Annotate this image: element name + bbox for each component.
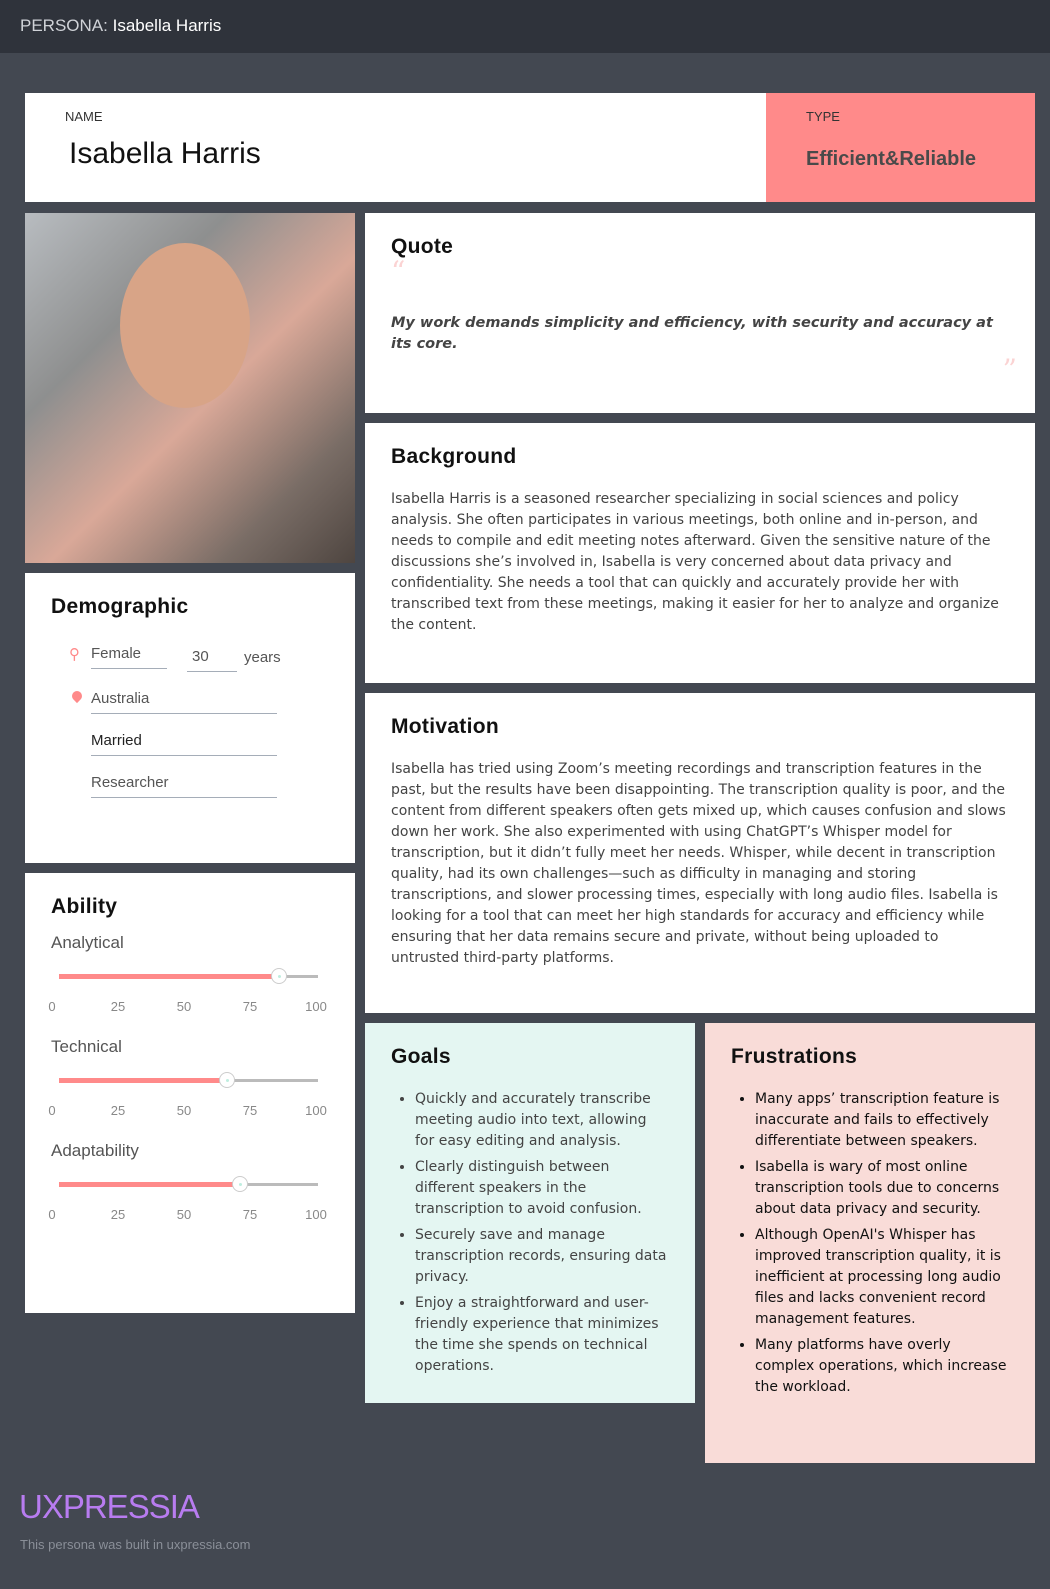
- tick-label: 25: [110, 1103, 126, 1118]
- tick-label: 75: [242, 999, 258, 1014]
- header-persona-name: Isabella Harris: [112, 16, 222, 35]
- frustration-item: Many apps’ transcription feature is inac…: [755, 1089, 1009, 1152]
- header-prefix: PERSONA:: [20, 16, 108, 35]
- demographic-card: Demographic ⚲ Female 30 years Australia …: [25, 573, 355, 863]
- open-quote-icon: “: [391, 255, 406, 288]
- slider-fill: [59, 1182, 241, 1187]
- tick-label: 100: [305, 1103, 327, 1118]
- location-field[interactable]: Australia: [91, 686, 277, 714]
- frustrations-list: Many apps’ transcription feature is inac…: [731, 1089, 1009, 1403]
- ability-label: Analytical: [51, 933, 124, 952]
- slider-handle[interactable]: [219, 1072, 236, 1088]
- background-title: Background: [391, 445, 517, 468]
- quote-card: Quote “ My work demands simplicity and e…: [365, 213, 1035, 413]
- persona-name[interactable]: Isabella Harris: [69, 137, 261, 171]
- tick-label: 50: [176, 1103, 192, 1118]
- tick-label: 50: [176, 1207, 192, 1222]
- name-card: NAME Isabella Harris: [25, 93, 766, 202]
- ability-slider[interactable]: [59, 968, 318, 984]
- top-bar: PERSONA: Isabella Harris: [0, 0, 1050, 53]
- slider-handle[interactable]: [232, 1176, 249, 1192]
- tick-label: 50: [176, 999, 192, 1014]
- ability-slider[interactable]: [59, 1072, 318, 1088]
- persona-photo: [25, 213, 355, 563]
- slider-handle[interactable]: [271, 968, 288, 984]
- tick-label: 25: [110, 1207, 126, 1222]
- ability-title: Ability: [51, 895, 118, 918]
- ability-card: Ability Analytical 0 25 50 75 100 Technical 0 25…: [25, 873, 355, 1313]
- demographic-title: Demographic: [51, 595, 189, 618]
- tick-label: 0: [48, 1207, 56, 1222]
- age-unit: years: [244, 649, 281, 666]
- tick-label: 0: [48, 999, 56, 1014]
- tick-label: 25: [110, 999, 126, 1014]
- occupation-field[interactable]: Researcher: [91, 770, 277, 798]
- motivation-title: Motivation: [391, 715, 499, 738]
- ability-slider[interactable]: [59, 1176, 318, 1192]
- frustration-item: Although OpenAI's Whisper has improved t…: [755, 1225, 1009, 1330]
- close-quote-icon: ”: [1002, 353, 1017, 386]
- goal-item: Enjoy a straightforward and user-friendl…: [415, 1293, 669, 1377]
- type-label: TYPE: [806, 109, 840, 124]
- tick-label: 100: [305, 1207, 327, 1222]
- tick-label: 75: [242, 1103, 258, 1118]
- goals-title: Goals: [391, 1045, 451, 1068]
- motivation-text: Isabella has tried using Zoom’s meeting …: [391, 761, 1006, 966]
- location-icon: [69, 688, 85, 704]
- frustrations-title: Frustrations: [731, 1045, 858, 1068]
- ability-label: Adaptability: [51, 1141, 139, 1160]
- quote-text: My work demands simplicity and efficienc…: [391, 315, 993, 352]
- tick-label: 0: [48, 1103, 56, 1118]
- background-text: Isabella Harris is a seasoned researcher…: [391, 491, 999, 633]
- frustration-item: Isabella is wary of most online transcri…: [755, 1157, 1009, 1220]
- frustration-item: Many platforms have overly complex opera…: [755, 1335, 1009, 1398]
- goal-item: Securely save and manage transcription r…: [415, 1225, 669, 1288]
- tick-label: 75: [242, 1207, 258, 1222]
- frustrations-card: Frustrations Many apps’ transcription fe…: [705, 1023, 1035, 1463]
- goal-item: Clearly distinguish between different sp…: [415, 1157, 669, 1220]
- goals-card: Goals Quickly and accurately transcribe …: [365, 1023, 695, 1403]
- goal-item: Quickly and accurately transcribe meetin…: [415, 1089, 669, 1152]
- uxpressia-logo[interactable]: UXPRESSIA: [19, 1488, 200, 1526]
- gender-field[interactable]: Female: [91, 641, 167, 669]
- motivation-card: Motivation Isabella has tried using Zoom…: [365, 693, 1035, 1013]
- footer-note: This persona was built in uxpressia.com: [20, 1537, 251, 1552]
- type-card: TYPE Efficient&Reliable: [766, 93, 1035, 202]
- age-field[interactable]: 30: [187, 644, 237, 672]
- ability-label: Technical: [51, 1037, 122, 1056]
- gender-icon: ⚲: [69, 645, 80, 663]
- tick-label: 100: [305, 999, 327, 1014]
- persona-type[interactable]: Efficient&Reliable: [806, 148, 976, 171]
- name-label: NAME: [65, 109, 103, 124]
- slider-fill: [59, 974, 280, 979]
- marital-status-field[interactable]: Married: [91, 728, 277, 756]
- background-card: Background Isabella Harris is a seasoned…: [365, 423, 1035, 683]
- slider-fill: [59, 1078, 228, 1083]
- goals-list: Quickly and accurately transcribe meetin…: [391, 1089, 669, 1382]
- face-shape: [120, 243, 250, 408]
